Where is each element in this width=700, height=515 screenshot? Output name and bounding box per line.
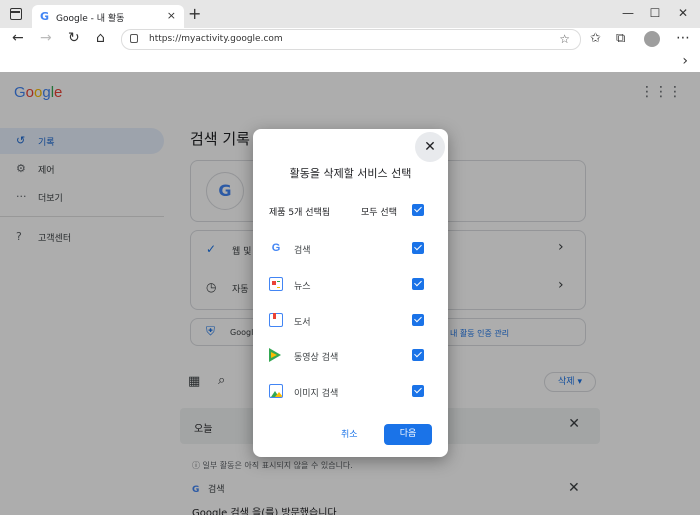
service-label: 도서 (294, 318, 311, 328)
collections-icon[interactable]: ⧉ (616, 31, 625, 46)
forward-icon[interactable]: → (40, 30, 52, 46)
cancel-button[interactable]: 취소 (341, 427, 358, 440)
browser-chrome: G Google - 내 활동 × + — ☐ ✕ ← → ↻ ⌂ https:… (0, 0, 700, 72)
refresh-icon[interactable]: ↻ (68, 30, 80, 46)
dialog-title: 활동을 삭제할 서비스 선택 (289, 167, 412, 180)
home-icon[interactable]: ⌂ (96, 30, 105, 46)
news-icon (269, 277, 283, 291)
service-label: 동영상 검색 (294, 353, 339, 363)
image-icon (269, 384, 283, 398)
address-bar[interactable]: https://myactivity.google.com ☆ (121, 29, 581, 50)
lock-icon[interactable] (130, 34, 138, 43)
favorite-star-icon[interactable]: ☆ (559, 32, 570, 46)
close-icon: ✕ (424, 139, 436, 155)
service-checkbox-video[interactable] (412, 349, 424, 361)
minimize-button[interactable]: — (621, 6, 635, 20)
favorites-icon[interactable]: ✩ (590, 31, 601, 46)
back-icon[interactable]: ← (12, 30, 24, 46)
service-label: 이미지 검색 (294, 389, 339, 399)
profile-avatar[interactable] (644, 31, 660, 47)
video-play-icon (269, 348, 281, 362)
google-g-icon: G (271, 242, 281, 254)
tab-title: Google - 내 활동 (56, 14, 125, 24)
service-checkbox-search[interactable] (412, 242, 424, 254)
dialog-close-button[interactable]: ✕ (415, 132, 445, 162)
select-all-label: 모두 선택 (361, 208, 397, 218)
service-checkbox-books[interactable] (412, 314, 424, 326)
new-tab-button[interactable]: + (188, 4, 201, 23)
service-checkbox-images[interactable] (412, 385, 424, 397)
browser-menu-icon[interactable]: ⋯ (676, 30, 690, 46)
books-icon (269, 313, 283, 327)
delete-service-dialog: ✕ 활동을 삭제할 서비스 선택 제품 5개 선택됨 모두 선택 G 검색 뉴스… (253, 129, 448, 457)
select-all-checkbox[interactable] (412, 204, 424, 216)
toolbar: ← → ↻ ⌂ https://myactivity.google.com ☆ … (0, 28, 700, 52)
next-button[interactable]: 다음 (384, 424, 432, 445)
bookmark-bar: › (0, 52, 700, 72)
close-window-button[interactable]: ✕ (676, 6, 690, 20)
service-label: 뉴스 (294, 282, 311, 292)
selected-count: 제품 5개 선택됨 (269, 208, 331, 218)
service-label: 검색 (294, 246, 311, 256)
google-favicon-icon: G (40, 10, 50, 23)
tab-strip: G Google - 내 활동 × + — ☐ ✕ (0, 0, 700, 28)
service-checkbox-news[interactable] (412, 278, 424, 290)
browser-tab[interactable]: G Google - 내 활동 × (32, 5, 184, 28)
maximize-button[interactable]: ☐ (648, 6, 662, 20)
tab-actions-icon[interactable] (10, 8, 22, 20)
url-text: https://myactivity.google.com (149, 34, 283, 44)
tab-close-icon[interactable]: × (167, 9, 176, 22)
chevron-right-icon[interactable]: › (682, 53, 688, 69)
